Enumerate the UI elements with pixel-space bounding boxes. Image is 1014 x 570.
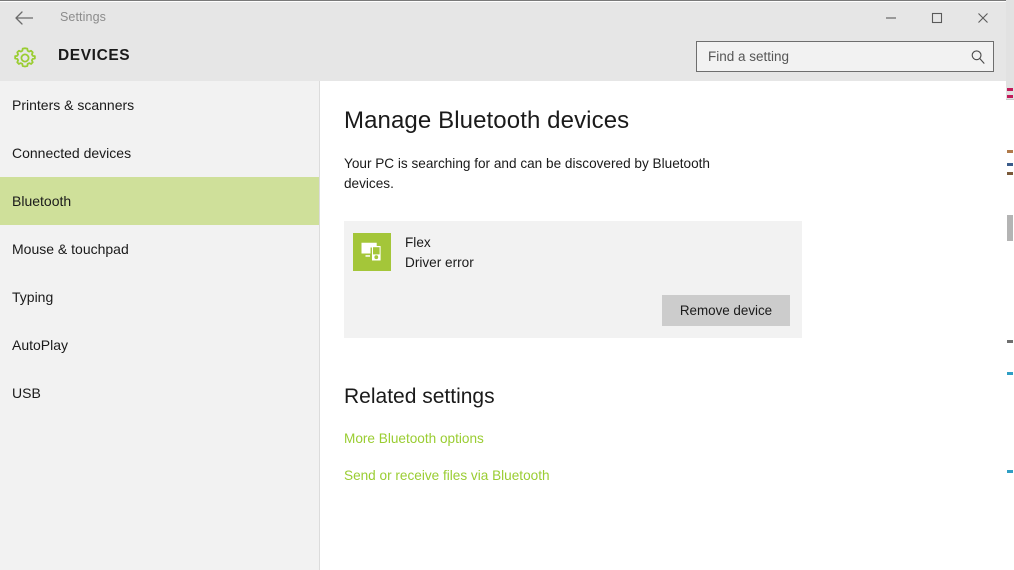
background-mark: [1007, 372, 1013, 375]
background-mark: [1007, 172, 1013, 175]
background-mark: [1007, 470, 1013, 473]
back-arrow-icon: [15, 11, 35, 25]
sidebar-item-mouse-touchpad[interactable]: Mouse & touchpad: [0, 225, 319, 273]
back-button[interactable]: [10, 6, 40, 30]
background-mark: [1007, 88, 1013, 91]
device-status: Driver error: [405, 255, 474, 270]
sidebar-item-label: USB: [12, 385, 41, 401]
device-row: Flex Driver error: [344, 221, 802, 273]
settings-header: DEVICES: [0, 33, 1006, 81]
sidebar-item-typing[interactable]: Typing: [0, 273, 319, 321]
background-mark: [1007, 150, 1013, 153]
close-button[interactable]: [960, 3, 1006, 33]
content-title: Manage Bluetooth devices: [344, 107, 630, 134]
search-icon[interactable]: [963, 42, 993, 71]
close-icon: [977, 12, 989, 24]
link-send-receive-files-bluetooth[interactable]: Send or receive files via Bluetooth: [344, 468, 550, 483]
sidebar-item-label: Mouse & touchpad: [12, 241, 129, 257]
settings-window-screenshot: Settings DEVICES Find a setting Printers…: [0, 0, 1014, 570]
page-title: DEVICES: [58, 47, 131, 64]
content-description: Your PC is searching for and can be disc…: [344, 156, 710, 191]
sidebar-item-label: Connected devices: [12, 145, 132, 161]
background-mark: [1007, 215, 1013, 241]
connected-devices-icon: [353, 233, 391, 271]
sidebar-item-label: Typing: [12, 289, 54, 305]
background-mark: [1007, 95, 1013, 98]
gear-icon: [9, 42, 41, 74]
settings-window: Settings DEVICES Find a setting Printers…: [0, 0, 1006, 570]
maximize-icon: [931, 12, 943, 24]
device-text: Flex Driver error: [405, 233, 474, 273]
sidebar-item-printers-scanners[interactable]: Printers & scanners: [0, 81, 319, 129]
remove-device-button[interactable]: Remove device: [662, 295, 790, 326]
main-content: Manage Bluetooth devices Your PC is sear…: [321, 81, 1006, 570]
minimize-icon: [885, 12, 897, 24]
maximize-button[interactable]: [914, 3, 960, 33]
search-box[interactable]: [696, 41, 994, 72]
background-window-header: [1006, 0, 1014, 100]
window-controls: [868, 3, 1006, 33]
device-name: Flex: [405, 235, 431, 250]
sidebar-item-label: Bluetooth: [12, 193, 72, 209]
background-window-sliver: [1005, 0, 1014, 570]
sidebar-item-label: Printers & scanners: [12, 97, 135, 113]
title-bar: Settings: [0, 2, 1006, 33]
sidebar-item-autoplay[interactable]: AutoPlay: [0, 321, 319, 369]
background-mark: [1007, 340, 1013, 343]
sidebar-item-connected-devices[interactable]: Connected devices: [0, 129, 319, 177]
device-card[interactable]: Flex Driver error Remove device: [344, 221, 802, 338]
minimize-button[interactable]: [868, 3, 914, 33]
related-settings-title: Related settings: [344, 385, 495, 408]
app-title: Settings: [60, 10, 106, 24]
sidebar-item-usb[interactable]: USB: [0, 369, 319, 417]
search-input[interactable]: [697, 49, 963, 64]
link-more-bluetooth-options[interactable]: More Bluetooth options: [344, 431, 484, 446]
sidebar-item-label: AutoPlay: [12, 337, 69, 353]
background-mark: [1007, 163, 1013, 166]
sidebar-nav: Printers & scanners Connected devices Bl…: [0, 81, 320, 570]
sidebar-item-bluetooth[interactable]: Bluetooth: [0, 177, 319, 225]
